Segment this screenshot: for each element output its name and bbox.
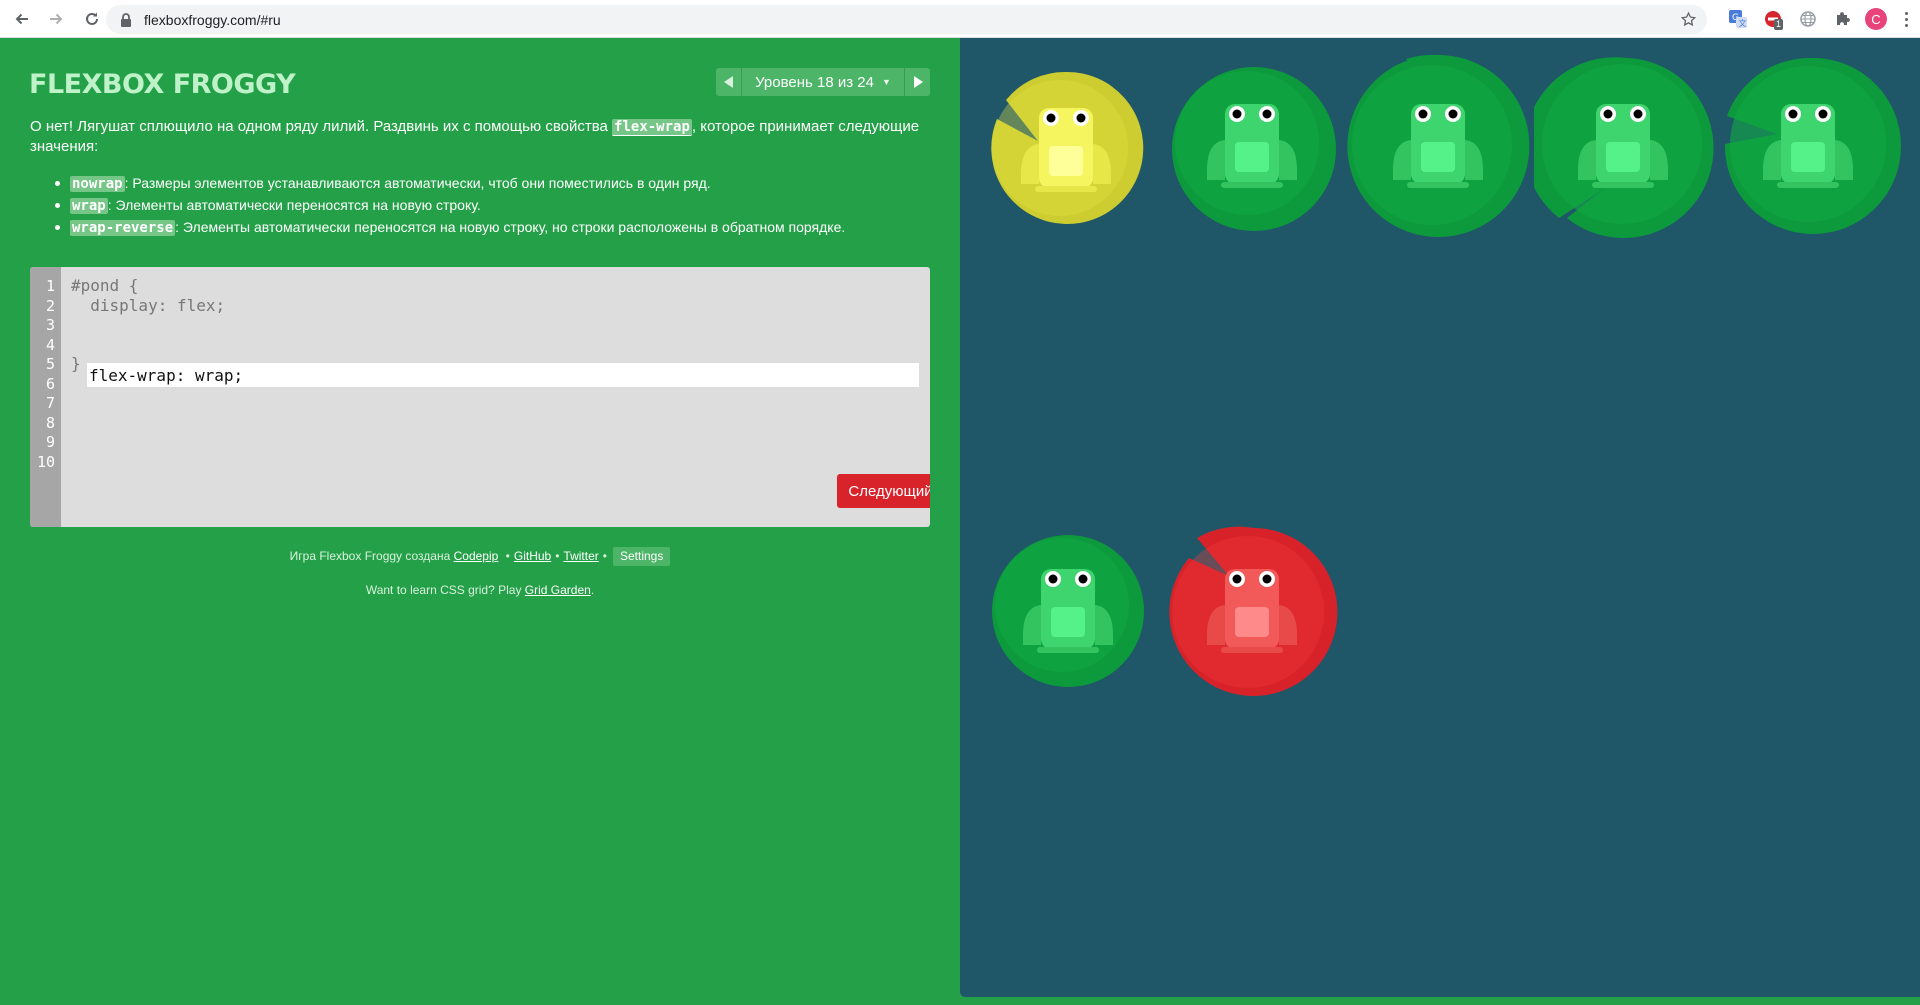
puzzle-extensions-icon[interactable]	[1830, 6, 1856, 32]
green-frog-icon	[1763, 104, 1853, 188]
browser-toolbar: flexboxfroggy.com/#ru G文 1 C	[0, 0, 1920, 38]
codepip-link[interactable]: Codepip	[454, 549, 499, 563]
promo-suffix: .	[590, 583, 595, 597]
reload-icon[interactable]	[78, 5, 106, 33]
settings-button[interactable]: Settings	[612, 547, 671, 566]
next-button[interactable]: Следующий	[837, 474, 930, 508]
adblock-extension-icon[interactable]: 1	[1760, 6, 1786, 32]
adblock-badge: 1	[1774, 19, 1784, 30]
separator: •	[505, 549, 510, 563]
twitter-link[interactable]: Twitter	[563, 549, 598, 563]
lock-icon	[118, 12, 134, 28]
triangle-right-icon	[913, 76, 923, 88]
separator: •	[602, 549, 607, 563]
star-icon[interactable]	[1680, 11, 1697, 28]
green-frog-icon	[1023, 569, 1113, 653]
menu-icon[interactable]	[1897, 9, 1915, 29]
line-number-gutter: 1 2 3 4 5 6 7 8 9 10	[30, 267, 61, 527]
credits: Игра Flexbox Froggy создана Codepip • Git…	[0, 546, 960, 566]
previous-level-button[interactable]	[716, 68, 742, 96]
line-number: 10	[36, 452, 55, 471]
instructions-panel: FLEXBOX FROGGY Уровень 18 из 24 ▼ О нет!…	[0, 38, 960, 1005]
green-frog-icon	[1578, 104, 1668, 188]
next-level-button[interactable]	[904, 68, 930, 96]
caret-down-icon: ▼	[882, 77, 891, 87]
property-values-list: nowrap: Размеры элементов устанавливаютс…	[48, 172, 928, 238]
globe-extension-icon[interactable]	[1795, 6, 1821, 32]
level-navigation: Уровень 18 из 24 ▼	[716, 68, 930, 96]
list-item: wrap: Элементы автоматически переносятся…	[48, 194, 928, 216]
extensions-area: G文 1 C	[1725, 6, 1915, 32]
grid-garden-link[interactable]: Grid Garden	[525, 583, 591, 597]
code-editor: 1 2 3 4 5 6 7 8 9 10 #pond { display: fl…	[30, 267, 930, 527]
github-link[interactable]: GitHub	[514, 549, 551, 563]
translate-extension-icon[interactable]: G文	[1725, 6, 1751, 32]
list-item: nowrap: Размеры элементов устанавливаютс…	[48, 172, 928, 194]
css-code-input[interactable]	[87, 363, 919, 387]
triangle-left-icon	[723, 76, 733, 88]
value-wrap-reverse[interactable]: wrap-reverse	[70, 220, 176, 236]
game-logo: FLEXBOX FROGGY	[29, 69, 296, 100]
value-nowrap[interactable]: nowrap	[70, 176, 125, 192]
value-description: : Элементы автоматически переносятся на …	[107, 197, 481, 213]
code-line-closing-brace: }	[71, 354, 81, 373]
green-frog-icon	[1393, 104, 1483, 188]
level-label: Уровень 18 из 24	[755, 73, 874, 91]
profile-avatar[interactable]: C	[1865, 8, 1887, 30]
level-indicator[interactable]: Уровень 18 из 24 ▼	[742, 68, 904, 96]
list-item: wrap-reverse: Элементы автоматически пер…	[48, 216, 928, 238]
intro-text: О нет! Лягушат сплющило на одном ряду ли…	[30, 118, 613, 135]
promo-text: Want to learn CSS grid? Play	[365, 583, 522, 597]
url-text[interactable]: flexboxfroggy.com/#ru	[144, 12, 281, 28]
value-wrap[interactable]: wrap	[70, 198, 108, 214]
code-line-display: display: flex;	[71, 295, 226, 315]
credits-prefix: Игра Flexbox Froggy создана	[289, 549, 451, 563]
grid-garden-promo: Want to learn CSS grid? Play Grid Garden…	[0, 583, 960, 597]
level-instructions: О нет! Лягушат сплющило на одном ряду ли…	[30, 117, 930, 156]
property-flex-wrap[interactable]: flex-wrap	[612, 119, 692, 136]
address-bar[interactable]: flexboxfroggy.com/#ru	[106, 5, 1707, 34]
yellow-frog-icon	[1021, 108, 1111, 192]
back-icon[interactable]	[8, 5, 36, 33]
pond	[960, 38, 1920, 997]
separator: •	[555, 549, 560, 563]
red-frog-icon	[1207, 569, 1297, 653]
value-description: : Элементы автоматически переносятся на …	[175, 219, 846, 235]
green-frog-icon	[1207, 104, 1297, 188]
svg-text:文: 文	[1739, 18, 1747, 28]
value-description: : Размеры элементов устанавливаются авто…	[124, 175, 711, 191]
forward-icon[interactable]	[42, 5, 70, 33]
